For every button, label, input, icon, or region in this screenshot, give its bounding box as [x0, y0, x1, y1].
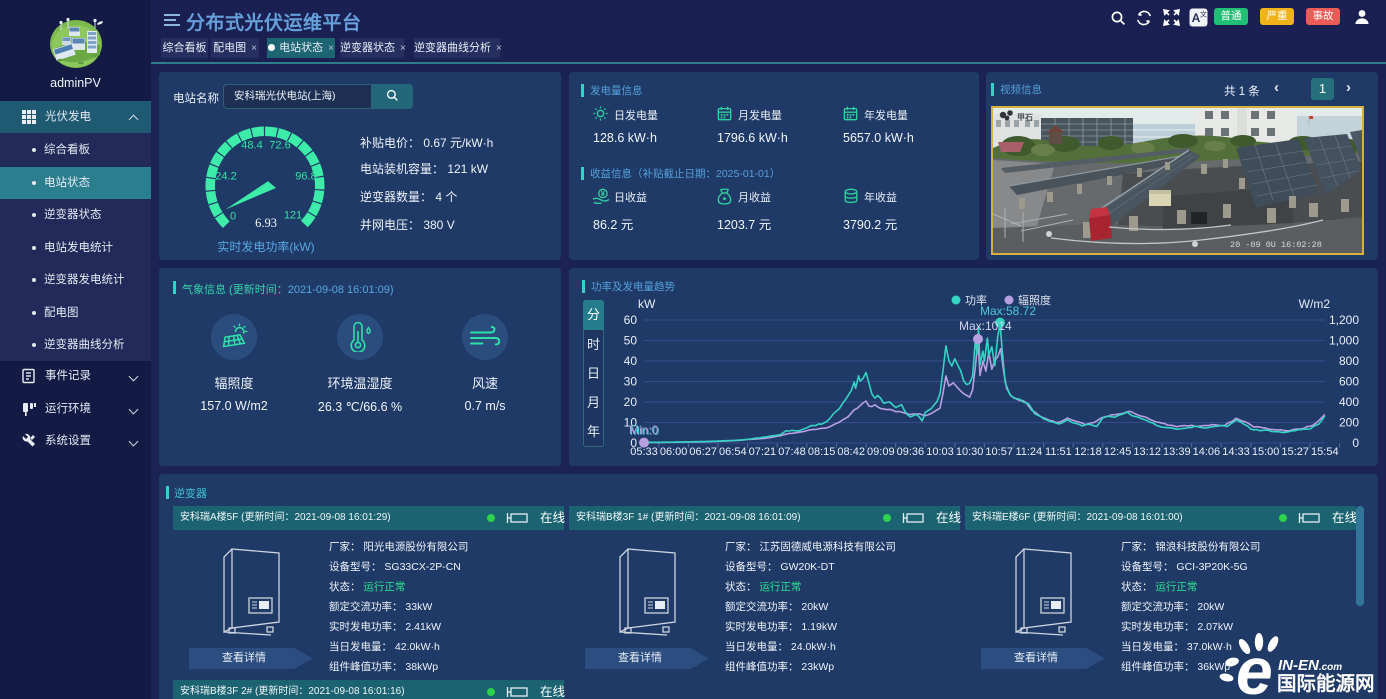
svg-text:15:54: 15:54	[1311, 446, 1339, 458]
svg-text:08:42: 08:42	[837, 446, 865, 458]
svg-text:kW: kW	[638, 297, 656, 311]
svg-text:国际能源网: 国际能源网	[1277, 672, 1375, 695]
svg-text:1,200: 1,200	[1329, 313, 1359, 327]
svg-text:13:39: 13:39	[1163, 446, 1191, 458]
svg-text:10:57: 10:57	[985, 446, 1013, 458]
svg-text:10:30: 10:30	[956, 446, 984, 458]
svg-text:72.6: 72.6	[269, 140, 290, 152]
svg-text:15:00: 15:00	[1252, 446, 1280, 458]
svg-text:06:54: 06:54	[719, 446, 747, 458]
svg-text:400: 400	[1339, 395, 1359, 409]
svg-text:Max:1014: Max:1014	[959, 319, 1012, 333]
svg-text:IN-EN.com: IN-EN.com	[1278, 657, 1342, 674]
svg-text:09:36: 09:36	[897, 446, 925, 458]
svg-text:15:27: 15:27	[1281, 446, 1309, 458]
svg-text:Max:58.72: Max:58.72	[980, 304, 1036, 318]
svg-text:30: 30	[624, 375, 638, 389]
svg-text:14:06: 14:06	[1193, 446, 1221, 458]
svg-text:文: 文	[1200, 10, 1207, 19]
svg-text:48.4: 48.4	[241, 140, 262, 152]
svg-text:08:15: 08:15	[808, 446, 836, 458]
svg-text:20: 20	[624, 395, 638, 409]
svg-text:13:12: 13:12	[1133, 446, 1161, 458]
svg-text:14:33: 14:33	[1222, 446, 1250, 458]
svg-text:06:27: 06:27	[689, 446, 717, 458]
svg-text:09:09: 09:09	[867, 446, 895, 458]
svg-text:1,000: 1,000	[1329, 334, 1359, 348]
svg-text:800: 800	[1339, 354, 1359, 368]
svg-text:10:03: 10:03	[926, 446, 954, 458]
svg-text:60: 60	[624, 313, 638, 327]
svg-text:07:21: 07:21	[749, 446, 777, 458]
svg-text:12:45: 12:45	[1104, 446, 1132, 458]
svg-text:06:00: 06:00	[660, 446, 688, 458]
svg-text:W/m2: W/m2	[1299, 297, 1331, 311]
svg-text:e: e	[1236, 634, 1273, 699]
svg-text:40: 40	[624, 354, 638, 368]
svg-text:甲石: 甲石	[1017, 113, 1033, 122]
svg-text:11:51: 11:51	[1045, 446, 1072, 458]
svg-text:50: 50	[624, 334, 638, 348]
svg-text:20 -09 0U 16:02:28: 20 -09 0U 16:02:28	[1230, 240, 1322, 250]
svg-text:05:33: 05:33	[630, 446, 658, 458]
svg-text:07:48: 07:48	[778, 446, 806, 458]
svg-text:11:24: 11:24	[1015, 446, 1042, 458]
svg-text:200: 200	[1339, 416, 1359, 430]
svg-text:24.2: 24.2	[215, 171, 236, 183]
svg-text:600: 600	[1339, 375, 1359, 389]
svg-text:0: 0	[1352, 436, 1359, 450]
svg-text:96.8: 96.8	[295, 171, 316, 183]
svg-text:12:18: 12:18	[1074, 446, 1102, 458]
svg-text:Min:0: Min:0	[629, 423, 659, 437]
